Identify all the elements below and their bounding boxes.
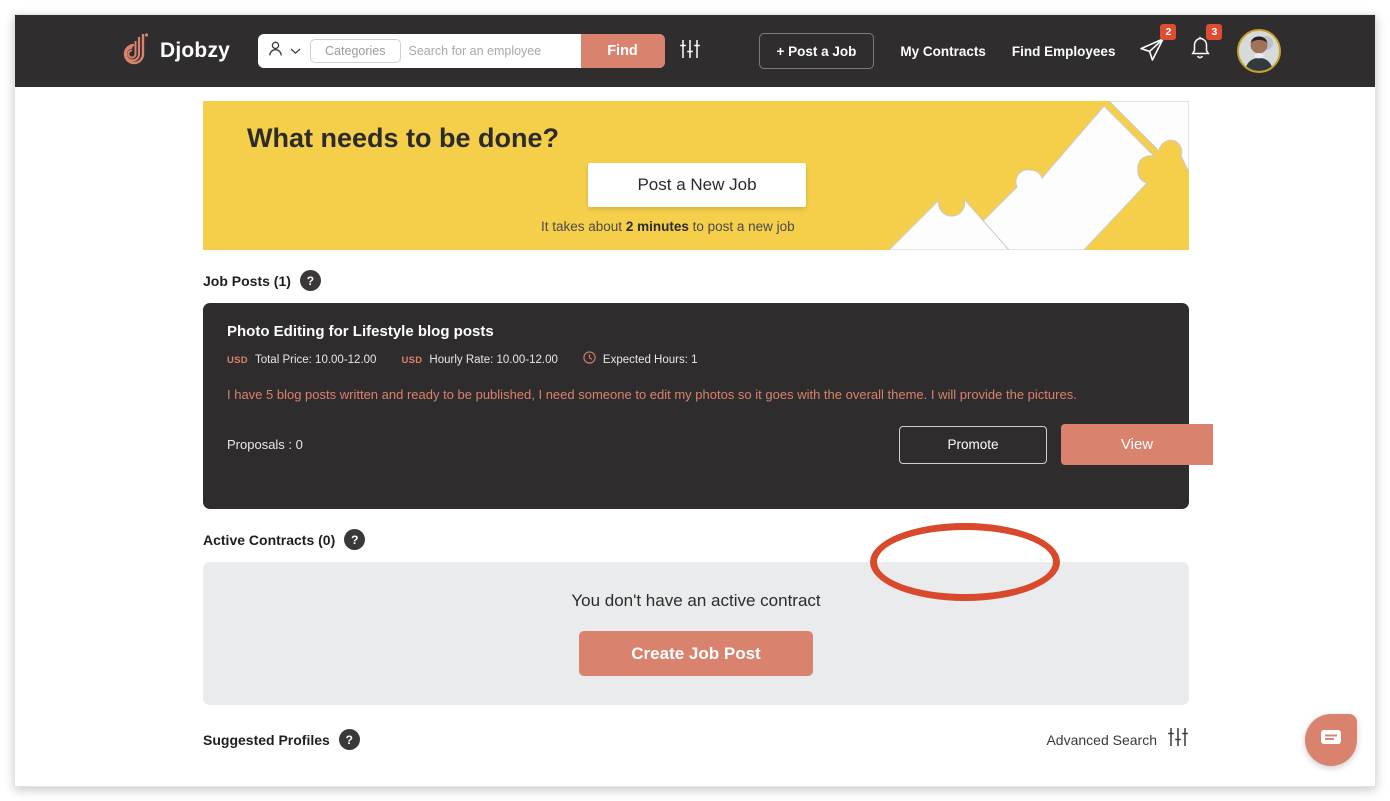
job-post-proposals: Proposals : 0: [227, 437, 303, 452]
post-a-new-job-button[interactable]: Post a New Job: [588, 163, 806, 207]
top-navigation-bar: Djobzy Categories Fin: [15, 15, 1375, 87]
currency-hourly-label: USD: [401, 354, 423, 366]
chat-bubble-icon: [1320, 728, 1342, 753]
find-button[interactable]: Find: [580, 34, 665, 68]
help-icon[interactable]: ?: [299, 270, 321, 291]
banner-subtext: It takes about 2 minutes to post a new j…: [541, 219, 795, 234]
banner-subtext-suffix: to post a new job: [688, 219, 795, 234]
create-job-post-button[interactable]: Create Job Post: [579, 631, 813, 676]
main-content: What needs to be done? Post a New Job It…: [15, 87, 1375, 786]
post-job-banner: What needs to be done? Post a New Job It…: [203, 101, 1189, 250]
job-post-card: Photo Editing for Lifestyle blog posts U…: [203, 303, 1213, 509]
empty-state-message: You don't have an active contract: [571, 591, 821, 610]
messages-badge: 2: [1160, 23, 1177, 40]
notifications-button[interactable]: 3: [1189, 24, 1223, 66]
active-contracts-title: Active Contracts (0): [203, 531, 336, 548]
brand-name: Djobzy: [160, 39, 231, 62]
sliders-icon: [1167, 727, 1189, 752]
banner-subtext-prefix: It takes about: [541, 219, 626, 234]
expected-hours: Expected Hours: 1: [602, 354, 698, 366]
messages-button[interactable]: 2: [1139, 23, 1177, 67]
filter-sliders-icon[interactable]: [679, 39, 701, 64]
help-icon[interactable]: ?: [338, 729, 360, 750]
notifications-badge: 3: [1206, 24, 1223, 40]
advanced-search-button[interactable]: Advanced Search: [1046, 727, 1189, 752]
job-post-actions: Promote View: [899, 424, 1213, 465]
avatar[interactable]: [1237, 29, 1282, 73]
clock-icon: [583, 351, 596, 369]
view-button[interactable]: View: [1061, 424, 1213, 465]
banner-title: What needs to be done?: [247, 123, 560, 153]
user-type-selector[interactable]: [268, 41, 310, 62]
brand-logo[interactable]: Djobzy: [121, 32, 230, 70]
post-a-job-button[interactable]: + Post a Job: [758, 33, 875, 69]
active-contracts-heading: Active Contracts (0) ?: [203, 529, 1189, 550]
total-price: Total Price: 10.00-12.00: [254, 354, 377, 366]
banner-subtext-bold: 2 minutes: [625, 219, 689, 234]
job-post-title: Photo Editing for Lifestyle blog posts: [227, 323, 494, 340]
promote-button[interactable]: Promote: [899, 425, 1047, 464]
bell-icon: [1189, 36, 1211, 65]
advanced-search-label: Advanced Search: [1046, 731, 1157, 748]
job-posts-title: Job Posts (1): [203, 272, 291, 289]
help-icon[interactable]: ?: [344, 529, 366, 550]
suggested-profiles-title: Suggested Profiles: [203, 731, 330, 748]
search-bar: Categories Find: [258, 34, 665, 68]
send-icon: [1139, 37, 1165, 66]
nav-find-employees[interactable]: Find Employees: [1012, 44, 1116, 59]
app-window: Djobzy Categories Fin: [14, 14, 1376, 787]
chat-button[interactable]: [1305, 714, 1357, 766]
chevron-down-icon: [290, 42, 301, 60]
categories-dropdown[interactable]: Categories: [310, 39, 401, 63]
categories-label: Categories: [325, 44, 386, 58]
job-post-description: I have 5 blog posts written and ready to…: [227, 387, 1077, 402]
active-contracts-empty-state: You don't have an active contract Create…: [203, 562, 1189, 705]
currency-total-label: USD: [227, 354, 248, 366]
hourly-rate: Hourly Rate: 10.00-12.00: [429, 354, 558, 366]
djobzy-logo-icon: [121, 32, 151, 70]
job-posts-heading: Job Posts (1) ?: [203, 270, 1189, 291]
suggested-profiles-heading: Suggested Profiles ?: [203, 729, 360, 750]
person-icon: [268, 41, 283, 62]
suggested-profiles-heading-row: Suggested Profiles ? Advanced Search: [203, 727, 1189, 752]
search-input[interactable]: [408, 39, 581, 63]
puzzle-pieces-image: [859, 101, 1189, 250]
nav-my-contracts[interactable]: My Contracts: [900, 44, 986, 59]
job-post-meta: USD Total Price: 10.00-12.00 USD Hourly …: [227, 351, 1165, 369]
